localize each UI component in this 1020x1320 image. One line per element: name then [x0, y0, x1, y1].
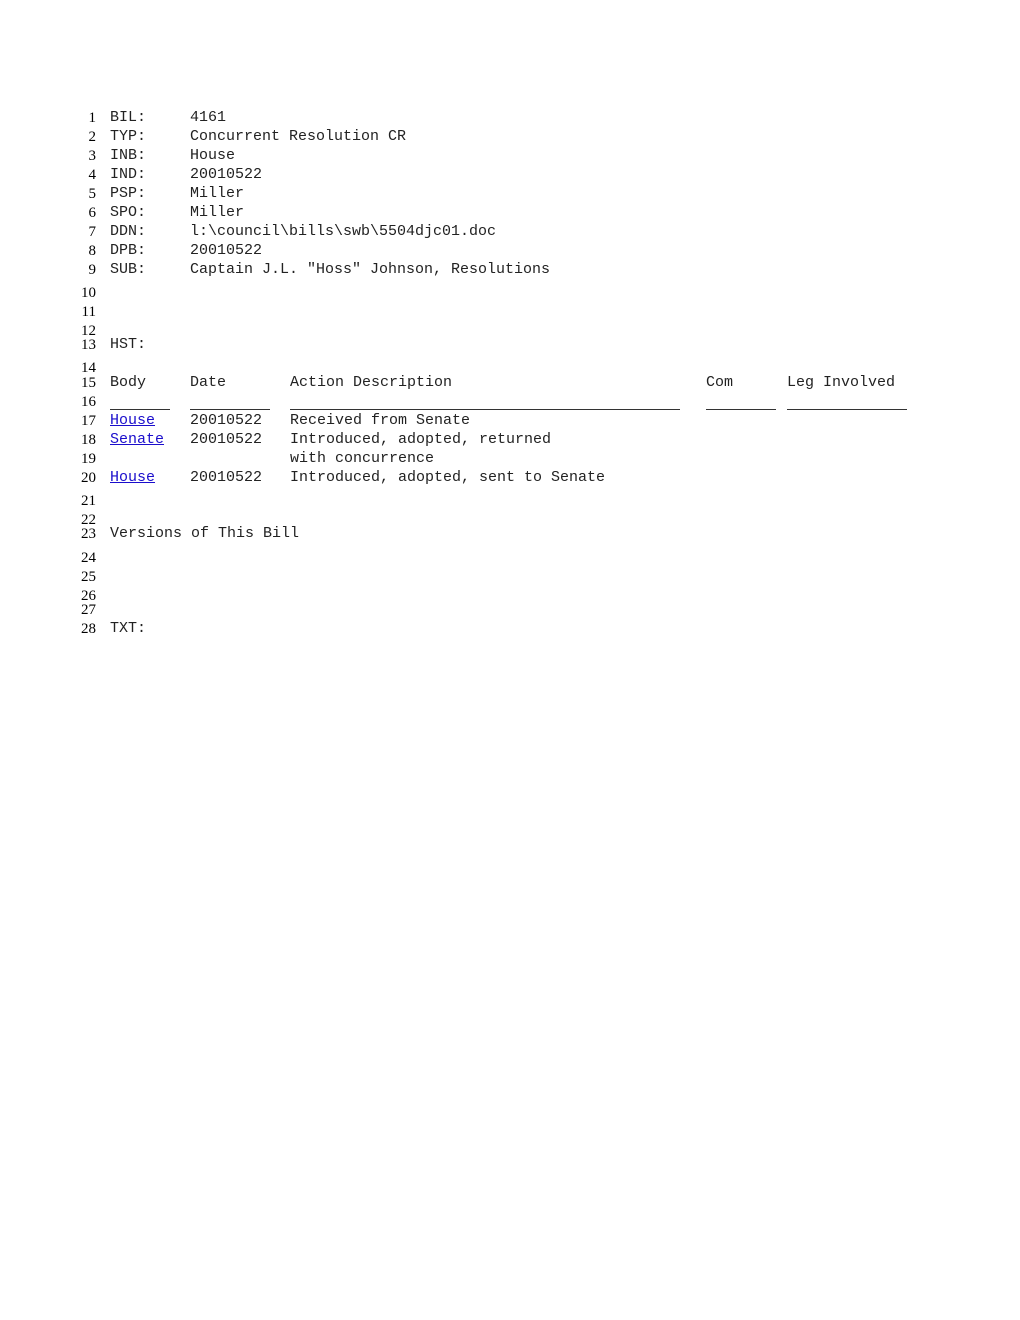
text-label: TXT:: [110, 620, 147, 637]
field-label: SUB:: [110, 261, 147, 278]
field-value: Miller: [190, 204, 245, 221]
header-body: Body: [110, 374, 147, 391]
line-number: 20: [81, 470, 96, 486]
line-number: 6: [88, 205, 97, 221]
field-label: DDN:: [110, 223, 147, 240]
row-date: 20010522: [190, 412, 263, 429]
divider: [110, 409, 170, 410]
row-action-continued: with concurrence: [290, 450, 435, 467]
line-number: 25: [81, 569, 96, 585]
line-number: 19: [81, 451, 96, 467]
header-com: Com: [706, 374, 734, 391]
field-value: Captain J.L. "Hoss" Johnson, Resolutions: [190, 261, 551, 278]
line-number: 5: [88, 186, 97, 202]
field-label: BIL:: [110, 109, 147, 126]
body-link-house[interactable]: House: [110, 470, 155, 486]
body-link-senate[interactable]: Senate: [110, 432, 164, 448]
row-date: 20010522: [190, 469, 263, 486]
divider: [190, 409, 270, 410]
body-link-house[interactable]: House: [110, 413, 155, 429]
line-number: 16: [81, 394, 96, 410]
row-action: Introduced, adopted, sent to Senate: [290, 469, 606, 486]
divider: [290, 409, 680, 410]
line-number: 15: [81, 375, 96, 391]
header-date: Date: [190, 374, 227, 391]
line-number: 2: [88, 129, 97, 145]
field-value: Miller: [190, 185, 245, 202]
line-number: 7: [88, 224, 97, 240]
line-number: 1: [88, 110, 97, 126]
field-value: l:\council\bills\swb\5504djc01.doc: [190, 223, 497, 240]
field-label: SPO:: [110, 204, 147, 221]
header-leg: Leg Involved: [787, 374, 896, 391]
line-number: 11: [81, 304, 96, 320]
line-number: 27: [81, 602, 96, 618]
field-label: IND:: [110, 166, 147, 183]
field-value: 4161: [190, 109, 227, 126]
line-number: 17: [81, 413, 96, 429]
versions-heading: Versions of This Bill: [110, 525, 300, 542]
line-number: 23: [81, 526, 96, 542]
line-number: 14: [81, 360, 96, 376]
field-label: TYP:: [110, 128, 147, 145]
field-value: 20010522: [190, 242, 263, 259]
divider: [787, 409, 907, 410]
line-number: 21: [81, 493, 96, 509]
field-value: House: [190, 147, 236, 164]
line-number: 9: [88, 262, 97, 278]
line-number: 28: [81, 621, 96, 637]
history-label: HST:: [110, 336, 147, 353]
line-number: 13: [81, 337, 96, 353]
line-number: 3: [88, 148, 97, 164]
header-action: Action Description: [290, 374, 453, 391]
field-label: INB:: [110, 147, 147, 164]
row-action: Introduced, adopted, returned: [290, 431, 552, 448]
field-value: Concurrent Resolution CR: [190, 128, 407, 145]
field-label: DPB:: [110, 242, 147, 259]
line-number: 8: [88, 243, 97, 259]
line-number: 24: [81, 550, 96, 566]
field-value: 20010522: [190, 166, 263, 183]
line-number: 4: [88, 167, 97, 183]
row-date: 20010522: [190, 431, 263, 448]
field-label: PSP:: [110, 185, 147, 202]
row-action: Received from Senate: [290, 412, 471, 429]
line-number: 10: [81, 285, 96, 301]
line-number: 18: [81, 432, 96, 448]
divider: [706, 409, 776, 410]
